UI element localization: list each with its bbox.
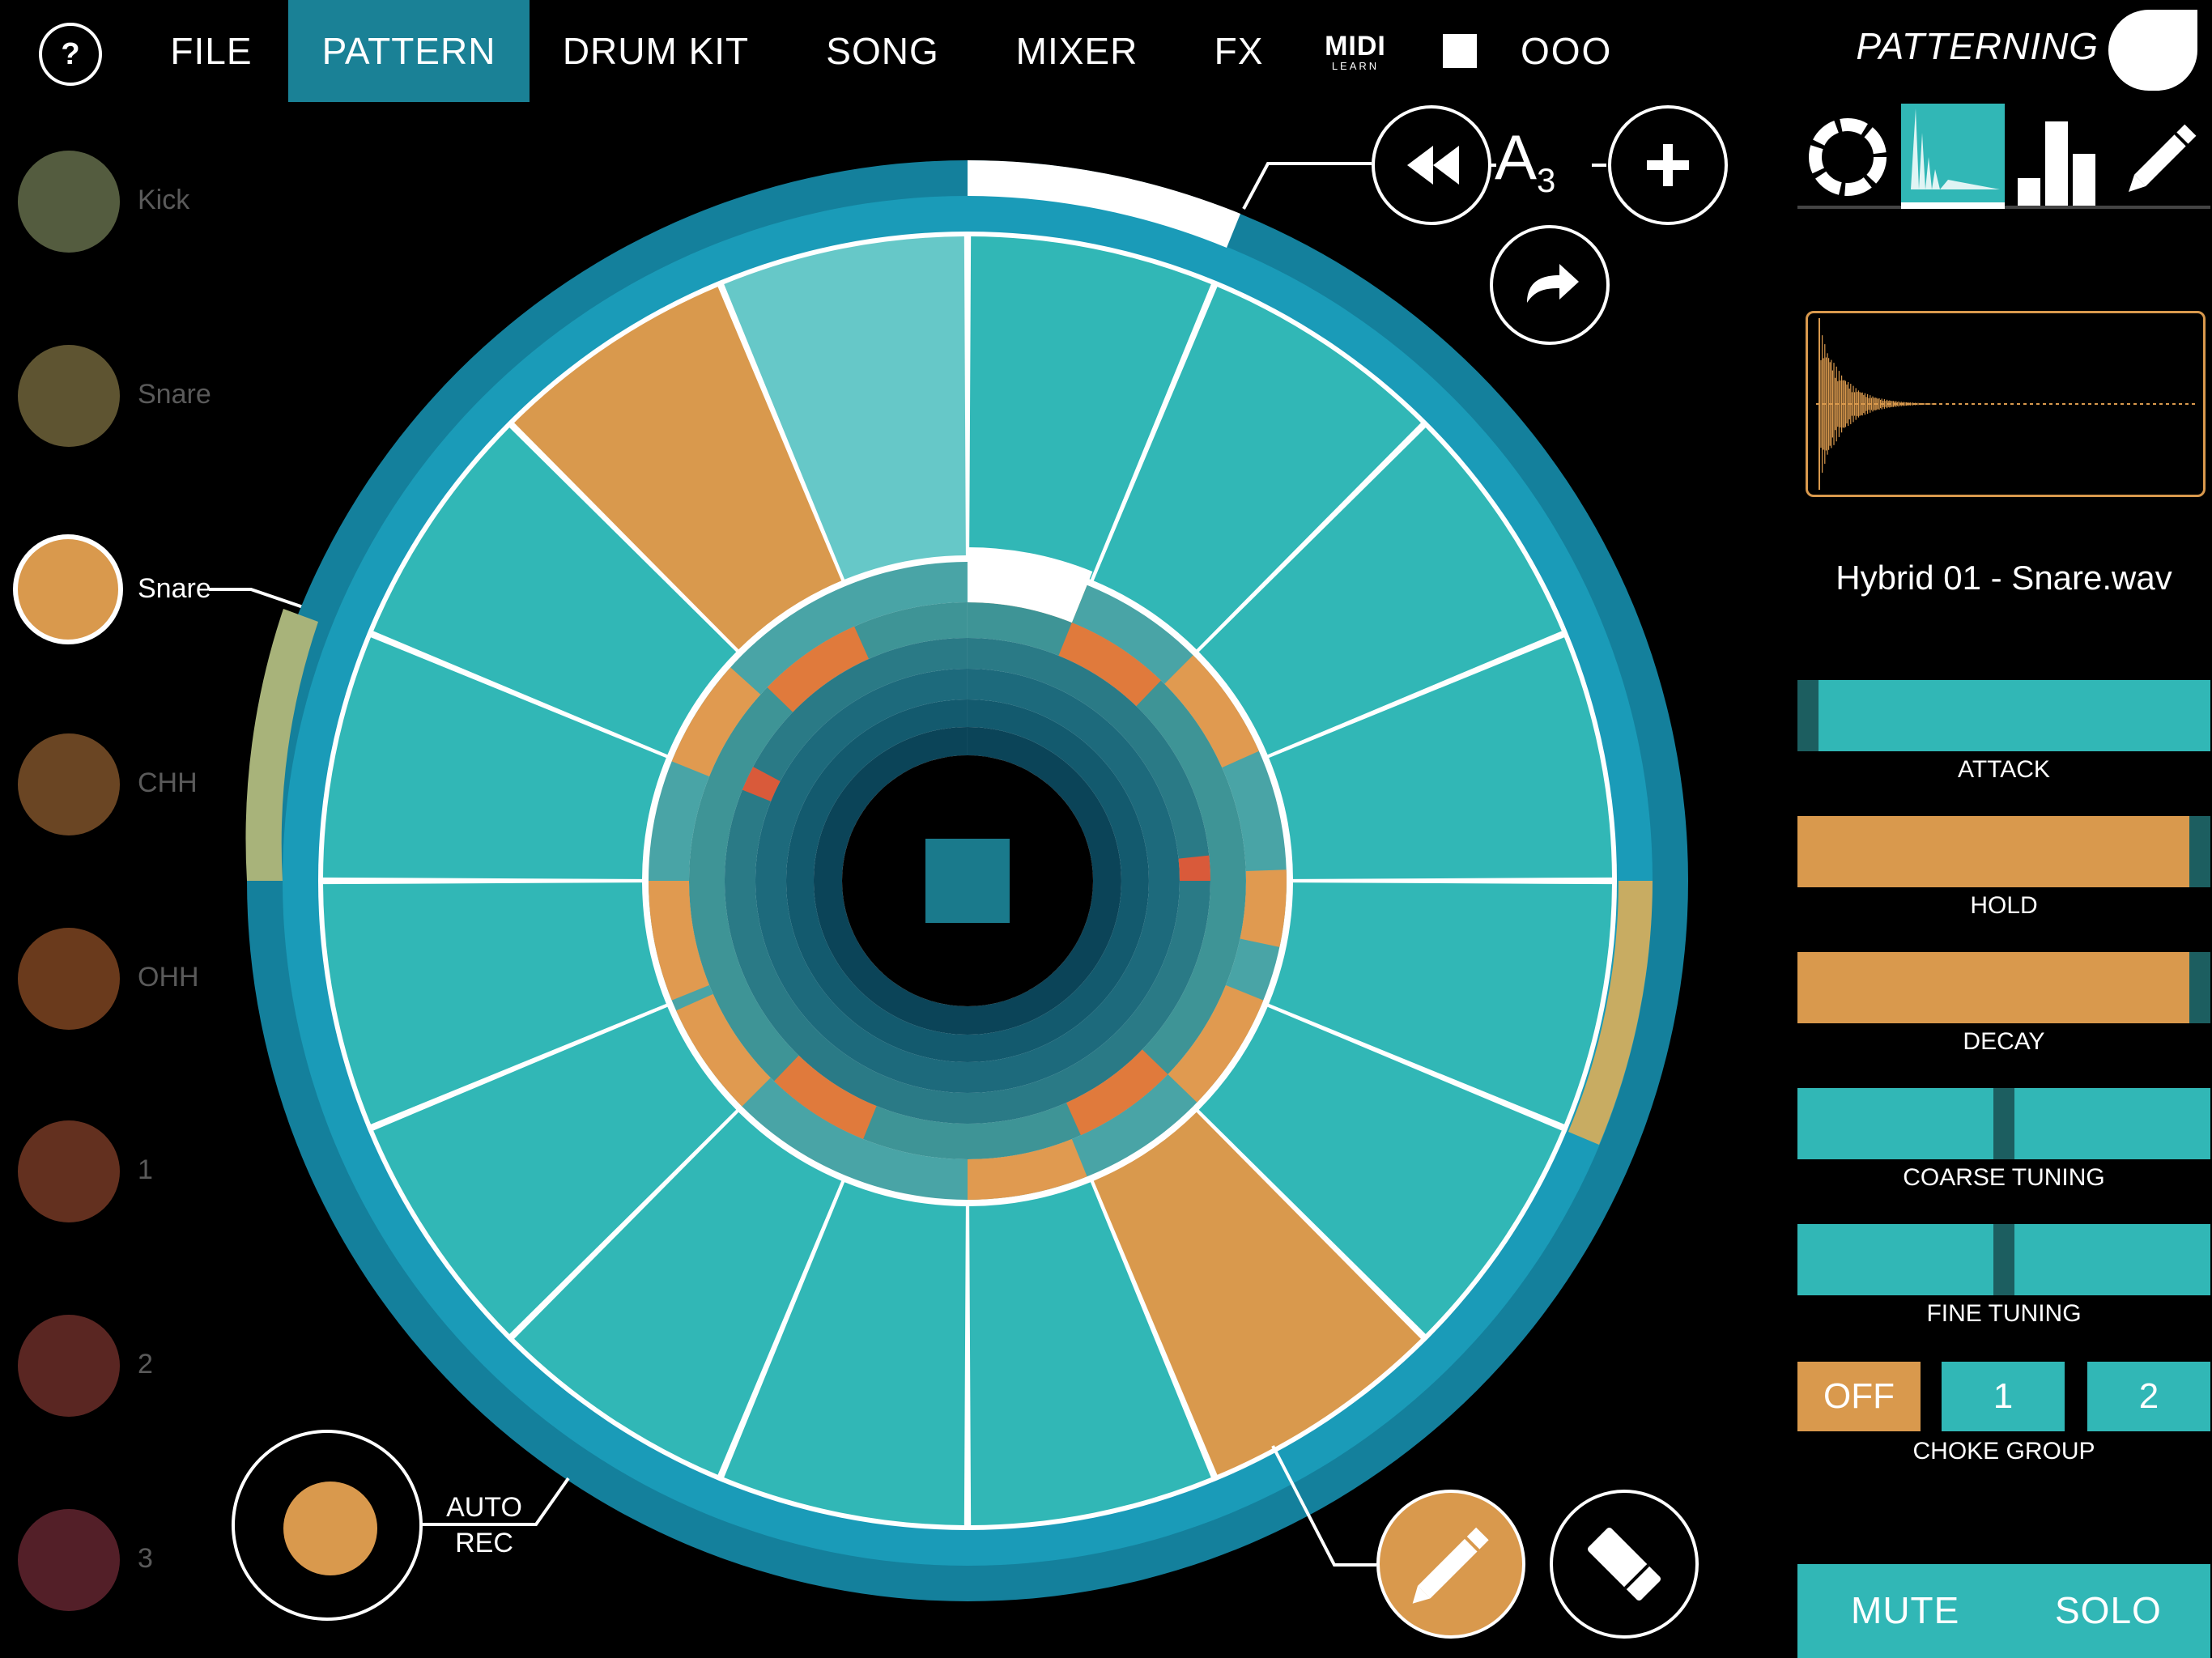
pencil-tool-button[interactable] — [1376, 1490, 1525, 1639]
param-label: COARSE TUNING — [1903, 1164, 2105, 1191]
auto-label: AUTO — [446, 1492, 522, 1523]
slider-handle[interactable] — [1993, 1224, 2014, 1295]
slider-handle[interactable] — [2189, 816, 2210, 887]
waveform-svg — [1816, 318, 2197, 490]
app-brand: PATTERNING — [1856, 25, 2099, 67]
overview-step-mark — [1178, 855, 1210, 881]
param-label: FINE TUNING — [1926, 1300, 2082, 1327]
choke-1-button[interactable]: 1 — [1942, 1362, 2065, 1431]
pencil-edit-icon[interactable] — [2123, 124, 2197, 198]
param-slider[interactable] — [1797, 816, 2210, 887]
redo-button[interactable] — [1490, 225, 1610, 345]
pattern-letter: A — [1495, 121, 1538, 193]
redo-icon — [1527, 264, 1579, 303]
auto-rec-label: AUTO REC — [429, 1490, 539, 1561]
divider — [1488, 164, 1496, 167]
rewind-icon — [1407, 146, 1459, 185]
auto-rec-button[interactable] — [232, 1430, 423, 1621]
slider-handle[interactable] — [1993, 1088, 2014, 1159]
param-slider[interactable] — [1797, 1224, 2210, 1295]
param-label: HOLD — [1970, 892, 2038, 919]
rewind-button[interactable] — [1372, 105, 1491, 225]
param-label: DECAY — [1963, 1028, 2045, 1055]
pencil-icon — [1412, 1527, 1489, 1604]
eraser-icon — [1587, 1527, 1661, 1601]
param-slider[interactable] — [1797, 952, 2210, 1023]
plus-icon — [1647, 144, 1689, 186]
solo-button[interactable]: SOLO — [2055, 1588, 2162, 1632]
sample-filename: Hybrid 01 - Snare.wav — [1836, 559, 2172, 597]
record-indicator — [283, 1482, 377, 1575]
rec-label: REC — [455, 1528, 513, 1558]
slider-handle[interactable] — [2189, 952, 2210, 1023]
pattern-number: 3 — [1537, 161, 1556, 199]
mute-button[interactable]: MUTE — [1851, 1588, 1959, 1632]
choke-group-label: CHOKE GROUP — [1912, 1438, 2095, 1465]
active-tab-indicator — [1901, 202, 2005, 209]
divider — [1592, 164, 1606, 167]
play-stop-icon[interactable] — [925, 839, 1010, 923]
waveform-display[interactable] — [1806, 311, 2206, 497]
choke-off-button[interactable]: OFF — [1797, 1362, 1921, 1431]
param-slider[interactable] — [1797, 1088, 2210, 1159]
param-label: ATTACK — [1958, 756, 2050, 783]
choke-2-button[interactable]: 2 — [2087, 1362, 2210, 1431]
param-slider[interactable] — [1797, 680, 2210, 751]
instrument-tabs — [1797, 104, 2210, 209]
mute-solo-bar: MUTE SOLO — [1797, 1564, 2210, 1658]
add-pattern-button[interactable] — [1608, 105, 1728, 225]
pattern-name: A3 — [1495, 125, 1555, 213]
overview-step-mark — [1240, 869, 1287, 947]
eraser-tool-button[interactable] — [1550, 1490, 1699, 1639]
pattern-nav-connector — [1242, 162, 1372, 210]
logo-icon — [2108, 10, 2197, 91]
ring-icon[interactable] — [1809, 118, 1887, 196]
bar-chart-icon[interactable] — [2018, 121, 2095, 206]
slider-handle[interactable] — [1797, 680, 1819, 751]
